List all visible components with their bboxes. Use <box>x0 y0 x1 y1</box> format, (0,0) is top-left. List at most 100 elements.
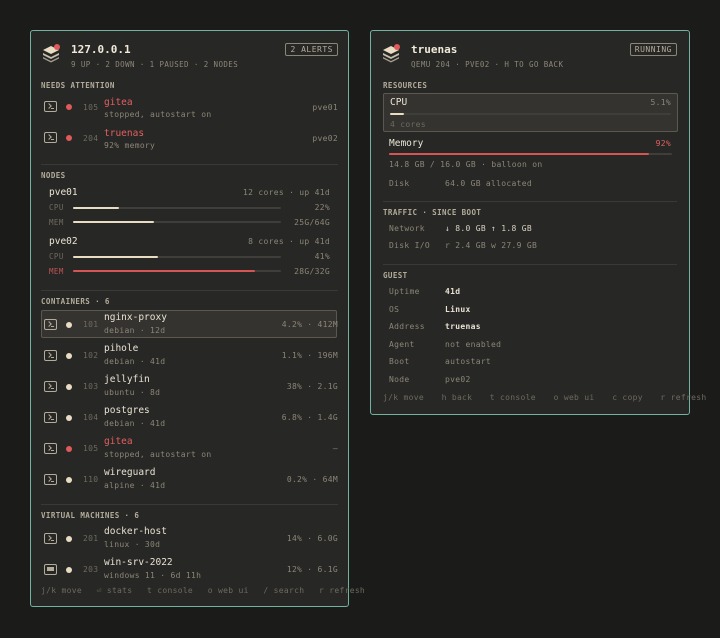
guest-name: docker-host <box>104 526 167 537</box>
mem-bar-fill <box>73 221 155 223</box>
keybinding-hint: j/k move <box>41 586 82 595</box>
guest-stats: 4.2% · 412M <box>281 320 338 329</box>
alerts-badge[interactable]: 2 ALERTS <box>285 43 338 56</box>
guest-name: gitea <box>104 436 133 447</box>
cpu-bar <box>73 207 281 209</box>
status-down-dot <box>66 446 72 452</box>
terminal-icon[interactable] <box>44 350 57 361</box>
guest-name: jellyfin <box>104 374 150 385</box>
keybinding-hint: h back <box>441 393 473 402</box>
server-stack-logo-icon <box>43 44 60 63</box>
divider <box>41 504 338 505</box>
cpu-percent: 41% <box>314 252 330 261</box>
guest-name: postgres <box>104 405 150 416</box>
guest-detail: debian · 41d <box>104 357 166 366</box>
guest-stats: 14% · 6.0G <box>286 534 338 543</box>
disk-io-label: Disk I/O <box>389 241 430 250</box>
node-info: 8 cores · up 41d <box>248 237 330 246</box>
guest-detail: ubuntu · 8d <box>104 388 161 397</box>
status-up-dot <box>66 567 72 573</box>
disk-label: Disk <box>389 179 410 188</box>
cpu-bar-fill <box>73 256 159 258</box>
needs-attention-header: NEEDS ATTENTION <box>41 81 115 90</box>
status-up-dot <box>66 384 72 390</box>
guest-node: pve02 <box>312 134 338 143</box>
guest-info-key: Boot <box>389 357 410 366</box>
memory-usage: 14.8 GB / 16.0 GB · balloon on <box>389 160 543 169</box>
virtual-machines-header: VIRTUAL MACHINES · 6 <box>41 511 140 520</box>
guest-header: GUEST <box>383 271 408 280</box>
mem-bar <box>73 270 281 272</box>
guest-name: pihole <box>104 343 139 354</box>
network-value: ↓ 8.0 GB ↑ 1.8 GB <box>445 224 532 233</box>
vmid: 104 <box>83 413 99 422</box>
status-up-dot <box>66 477 72 483</box>
guest-detail: stopped, autostart on <box>104 110 212 119</box>
host-summary: 9 UP · 2 DOWN · 1 PAUSED · 2 NODES <box>71 60 239 69</box>
guest-name: nginx-proxy <box>104 312 167 323</box>
cpu-bar-fill <box>73 207 119 209</box>
cpu-label: CPU <box>390 97 408 108</box>
divider <box>383 264 677 265</box>
terminal-icon[interactable] <box>44 381 57 392</box>
keybinding-hint: c copy <box>612 393 643 402</box>
vmid: 204 <box>83 134 99 143</box>
cpu-bar <box>390 113 671 115</box>
host-address: 127.0.0.1 <box>71 43 131 56</box>
keybinding-hint: ⏎ stats <box>96 586 133 595</box>
guest-detail: 92% memory <box>104 141 156 150</box>
terminal-icon[interactable] <box>44 101 57 112</box>
cpu-label: CPU <box>49 252 64 261</box>
guest-stats: — <box>332 444 338 453</box>
server-stack-logo-icon <box>383 44 400 63</box>
guest-stats: 1.1% · 196M <box>281 351 338 360</box>
guest-info-value: 41d <box>445 287 461 296</box>
resources-header: RESOURCES <box>383 81 428 90</box>
mem-bar-fill <box>73 270 255 272</box>
guest-name: win-srv-2022 <box>104 557 173 568</box>
node-info: 12 cores · up 41d <box>243 188 330 197</box>
guest-info-key: Uptime <box>389 287 420 296</box>
terminal-icon[interactable] <box>44 319 57 330</box>
terminal-icon[interactable] <box>44 474 57 485</box>
guest-info-value: truenas <box>445 322 481 331</box>
cpu-percent: 5.1% <box>650 98 671 107</box>
vmid: 105 <box>83 444 99 453</box>
keybinding-hint: / search <box>263 586 305 595</box>
cpu-bar <box>73 256 281 258</box>
vmid: 103 <box>83 382 99 391</box>
guest-info-value: pve02 <box>445 374 471 384</box>
node-name: pve02 <box>49 236 78 247</box>
keybinding-hint: r refresh <box>660 393 707 402</box>
guest-name: truenas <box>104 128 145 139</box>
mem-bar <box>73 221 281 223</box>
cpu-resource-row-selected[interactable]: CPU 5.1% 4 cores <box>383 93 678 132</box>
host-overview-panel: 127.0.0.1 9 UP · 2 DOWN · 1 PAUSED · 2 N… <box>30 30 365 607</box>
guest-detail-panel: truenas QEMU 204 · PVE02 · H TO GO BACK … <box>370 30 706 415</box>
terminal-icon[interactable] <box>44 132 57 143</box>
keybinding-hint: r refresh <box>319 586 366 595</box>
vmid: 102 <box>83 351 99 360</box>
terminal-icon[interactable] <box>44 443 57 454</box>
guest-detail: debian · 12d <box>104 326 166 335</box>
memory-percent: 92% <box>655 139 671 148</box>
terminal-icon[interactable] <box>44 412 57 423</box>
keybinding-hint: j/k move <box>383 393 424 402</box>
keybinding-hint: t console <box>489 393 536 402</box>
keybinding-hint: o web ui <box>553 393 595 402</box>
memory-bar-fill <box>389 153 650 155</box>
vmid: 105 <box>83 103 99 112</box>
terminal-icon[interactable] <box>44 533 57 544</box>
guest-detail: debian · 41d <box>104 419 166 428</box>
vmid: 110 <box>83 475 99 484</box>
guest-info-value: Linux <box>445 304 471 314</box>
vmid: 203 <box>83 565 99 574</box>
guest-detail: windows 11 · 6d 11h <box>104 571 202 580</box>
status-up-dot <box>66 415 72 421</box>
mem-value: 25G/64G <box>294 218 330 227</box>
guest-stats: 0.2% · 64M <box>286 475 338 484</box>
guest-info-key: Address <box>389 322 425 331</box>
guest-info-value: autostart <box>445 357 492 366</box>
status-down-dot <box>66 135 72 141</box>
monitor-icon[interactable] <box>44 564 57 575</box>
